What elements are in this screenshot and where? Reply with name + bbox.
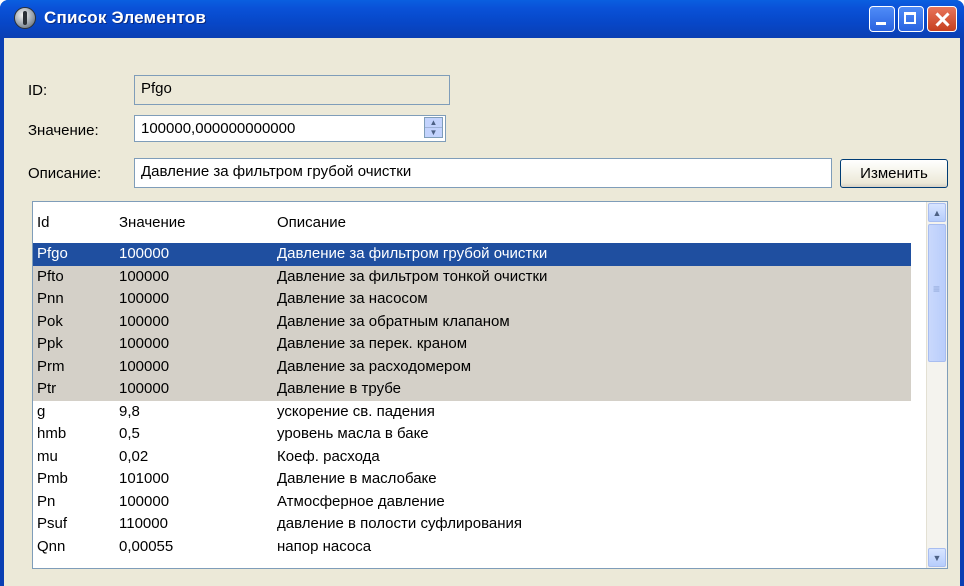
column-header-id[interactable]: Id [37,214,50,231]
cell-description: давление в полости суфлирования [277,515,523,532]
cell-value: 100000 [119,380,170,397]
vertical-scrollbar[interactable]: ▲ ▼ [926,202,947,568]
cell-description: напор насоса [277,537,372,555]
cell-description: Атмосферное давление [277,492,445,510]
cell-description: Давление за фильтром тонкой очистки [277,267,548,285]
cell-value: 100000 [119,312,170,330]
cell-value: 110000 [119,515,168,532]
cell-value: 100000 [119,290,170,307]
cell-description: Давление за насосом [277,290,428,307]
value-spinner[interactable]: ▲ ▼ [424,117,443,138]
window-title: Список Элементов [44,8,206,27]
value-label: Значение: [28,122,99,139]
cell-description: Давление за перек. краном [277,335,468,352]
table-row[interactable]: Ptr 100000 Давление в трубе [33,378,911,401]
cell-description: Коеф. расхода [277,447,380,465]
id-field[interactable]: Pfgo [134,75,450,105]
table-row[interactable]: Pfgo 100000 Давление за фильтром грубой оч… [33,243,911,266]
cell-value: 100000 [119,245,170,262]
minimize-button[interactable] [869,6,895,32]
table-row[interactable]: Pmb 101000 Давление в маслобаке [33,468,911,491]
cell-id: Psuf [37,515,68,532]
table-row[interactable]: Pnn 100000 Давление за насосом [33,288,911,311]
column-header-description[interactable]: Описание [277,214,346,231]
cell-value: 0,5 [119,425,140,442]
cell-description: Давление за расходомером [277,357,472,375]
scroll-thumb[interactable] [928,224,946,362]
table-row[interactable]: Pfto 100000 Давление за фильтром тонкой оч… [33,265,911,288]
cell-description: Давление в трубе [277,380,402,397]
cell-value: 100000 [119,267,170,285]
cell-id: g [37,402,46,420]
table-row[interactable]: hmb 0,5 уровень масла в баке [33,423,911,446]
cell-value: 100000 [119,492,170,510]
cell-id: Pmb [37,470,68,487]
app-icon[interactable] [14,7,36,29]
cell-value: 0,02 [119,447,149,465]
spin-down-icon[interactable]: ▼ [425,128,442,137]
cell-description: Давление в маслобаке [277,470,437,487]
cell-id: Ptr [37,380,57,397]
table-row[interactable]: Psuf 110000 давление в полости суфлировани… [33,513,911,536]
cell-id: Qnn [37,537,66,555]
cell-description: ускорение св. падения [277,402,435,420]
table-row[interactable]: mu 0,02 Коеф. расхода [33,446,911,469]
client-area: ID: Pfgo Значение: 100000,000000000000 ▲… [4,38,960,586]
cell-value: 101000 [119,470,170,487]
value-field[interactable]: 100000,000000000000 [134,115,446,142]
cell-id: hmb [37,425,67,442]
cell-id: Pfgo [37,245,68,262]
cell-description: уровень масла в баке [277,425,429,442]
spin-up-icon[interactable]: ▲ [425,118,442,128]
description-label: Описание: [28,165,102,182]
id-label: ID: [28,82,48,99]
cell-value: 9,8 [119,402,140,420]
cell-value: 0,00055 [119,537,174,555]
scroll-down-icon[interactable]: ▼ [928,548,946,567]
cell-description: Давление за обратным клапаном [277,312,510,330]
main-window: Список Элементов ID: Pfgo Значение: 1000… [0,0,964,586]
cell-value: 100000 [119,357,170,375]
table-row[interactable]: g 9,8 ускорение св. падения [33,401,911,424]
maximize-button[interactable] [898,6,924,32]
table-row[interactable]: Prm 100000 Давление за расходомером [33,355,911,378]
change-button[interactable]: Изменить [840,159,948,188]
cell-id: Pok [37,312,63,330]
cell-id: Ppk [37,335,63,352]
list-header: Id Значение Описание [33,202,921,236]
table-row[interactable]: Pn 100000 Атмосферное давление [33,491,911,514]
close-button[interactable] [927,6,957,32]
cell-id: Pnn [37,290,64,307]
cell-id: Pn [37,492,56,510]
list-rows: Pfgo 100000 Давление за фильтром грубой оч… [33,243,911,558]
cell-description: Давление за фильтром грубой очистки [277,245,548,262]
cell-id: mu [37,447,58,465]
cell-id: Prm [37,357,65,375]
scroll-up-icon[interactable]: ▲ [928,203,946,222]
elements-list[interactable]: Id Значение Описание Pfgo 100000 Давление … [32,201,948,569]
column-header-value[interactable]: Значение [119,214,186,231]
table-row[interactable]: Qnn 0,00055 напор насоса [33,536,911,559]
cell-value: 100000 [119,335,170,352]
description-field[interactable]: Давление за фильтром грубой очистки [134,158,832,188]
table-row[interactable]: Pok 100000 Давление за обратным клапаном [33,310,911,333]
title-bar[interactable]: Список Элементов [0,0,964,38]
table-row[interactable]: Ppk 100000 Давление за перек. краном [33,333,911,356]
cell-id: Pfto [37,267,64,285]
